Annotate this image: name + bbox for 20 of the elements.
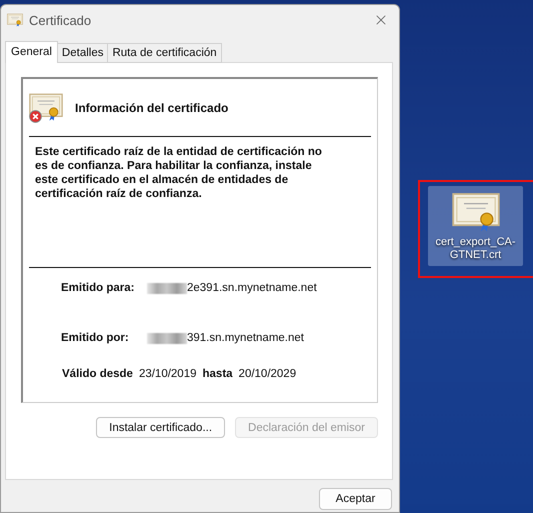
window-title: Certificado (29, 12, 92, 28)
certificate-icon (7, 13, 23, 27)
tab[interactable]: General (5, 41, 58, 63)
tab[interactable]: Detalles (56, 43, 108, 63)
ok-button[interactable]: Aceptar (319, 488, 392, 510)
field-value: 23/10/2019 (138, 368, 196, 380)
certificate-file-icon (452, 192, 500, 232)
field-value: 20/10/2029 (238, 368, 296, 380)
field-value: 391.sn.mynetname.net (187, 332, 304, 344)
desktop-file[interactable]: cert_export_CA-GTNET.crt (428, 186, 523, 266)
trust-message: Este certificado raíz de la entidad de certificación no es de confianza. Para habilitar la confianza, instale este certificado en el almacén de entidades de certificación raíz de confianza. (35, 145, 323, 202)
section-heading: Información del certificado (75, 100, 228, 114)
field-label: Emitido para: (61, 282, 136, 294)
field-label: Válido desde (62, 368, 133, 380)
certificate-icon (29, 92, 63, 120)
tab[interactable]: Ruta de certificación (107, 43, 222, 63)
field-label: hasta (202, 368, 233, 380)
dialog-button[interactable]: Instalar certificado... (96, 417, 226, 438)
field-label: Emitido por: (61, 332, 130, 344)
field-value: 2e391.sn.mynetname.net (187, 282, 317, 294)
